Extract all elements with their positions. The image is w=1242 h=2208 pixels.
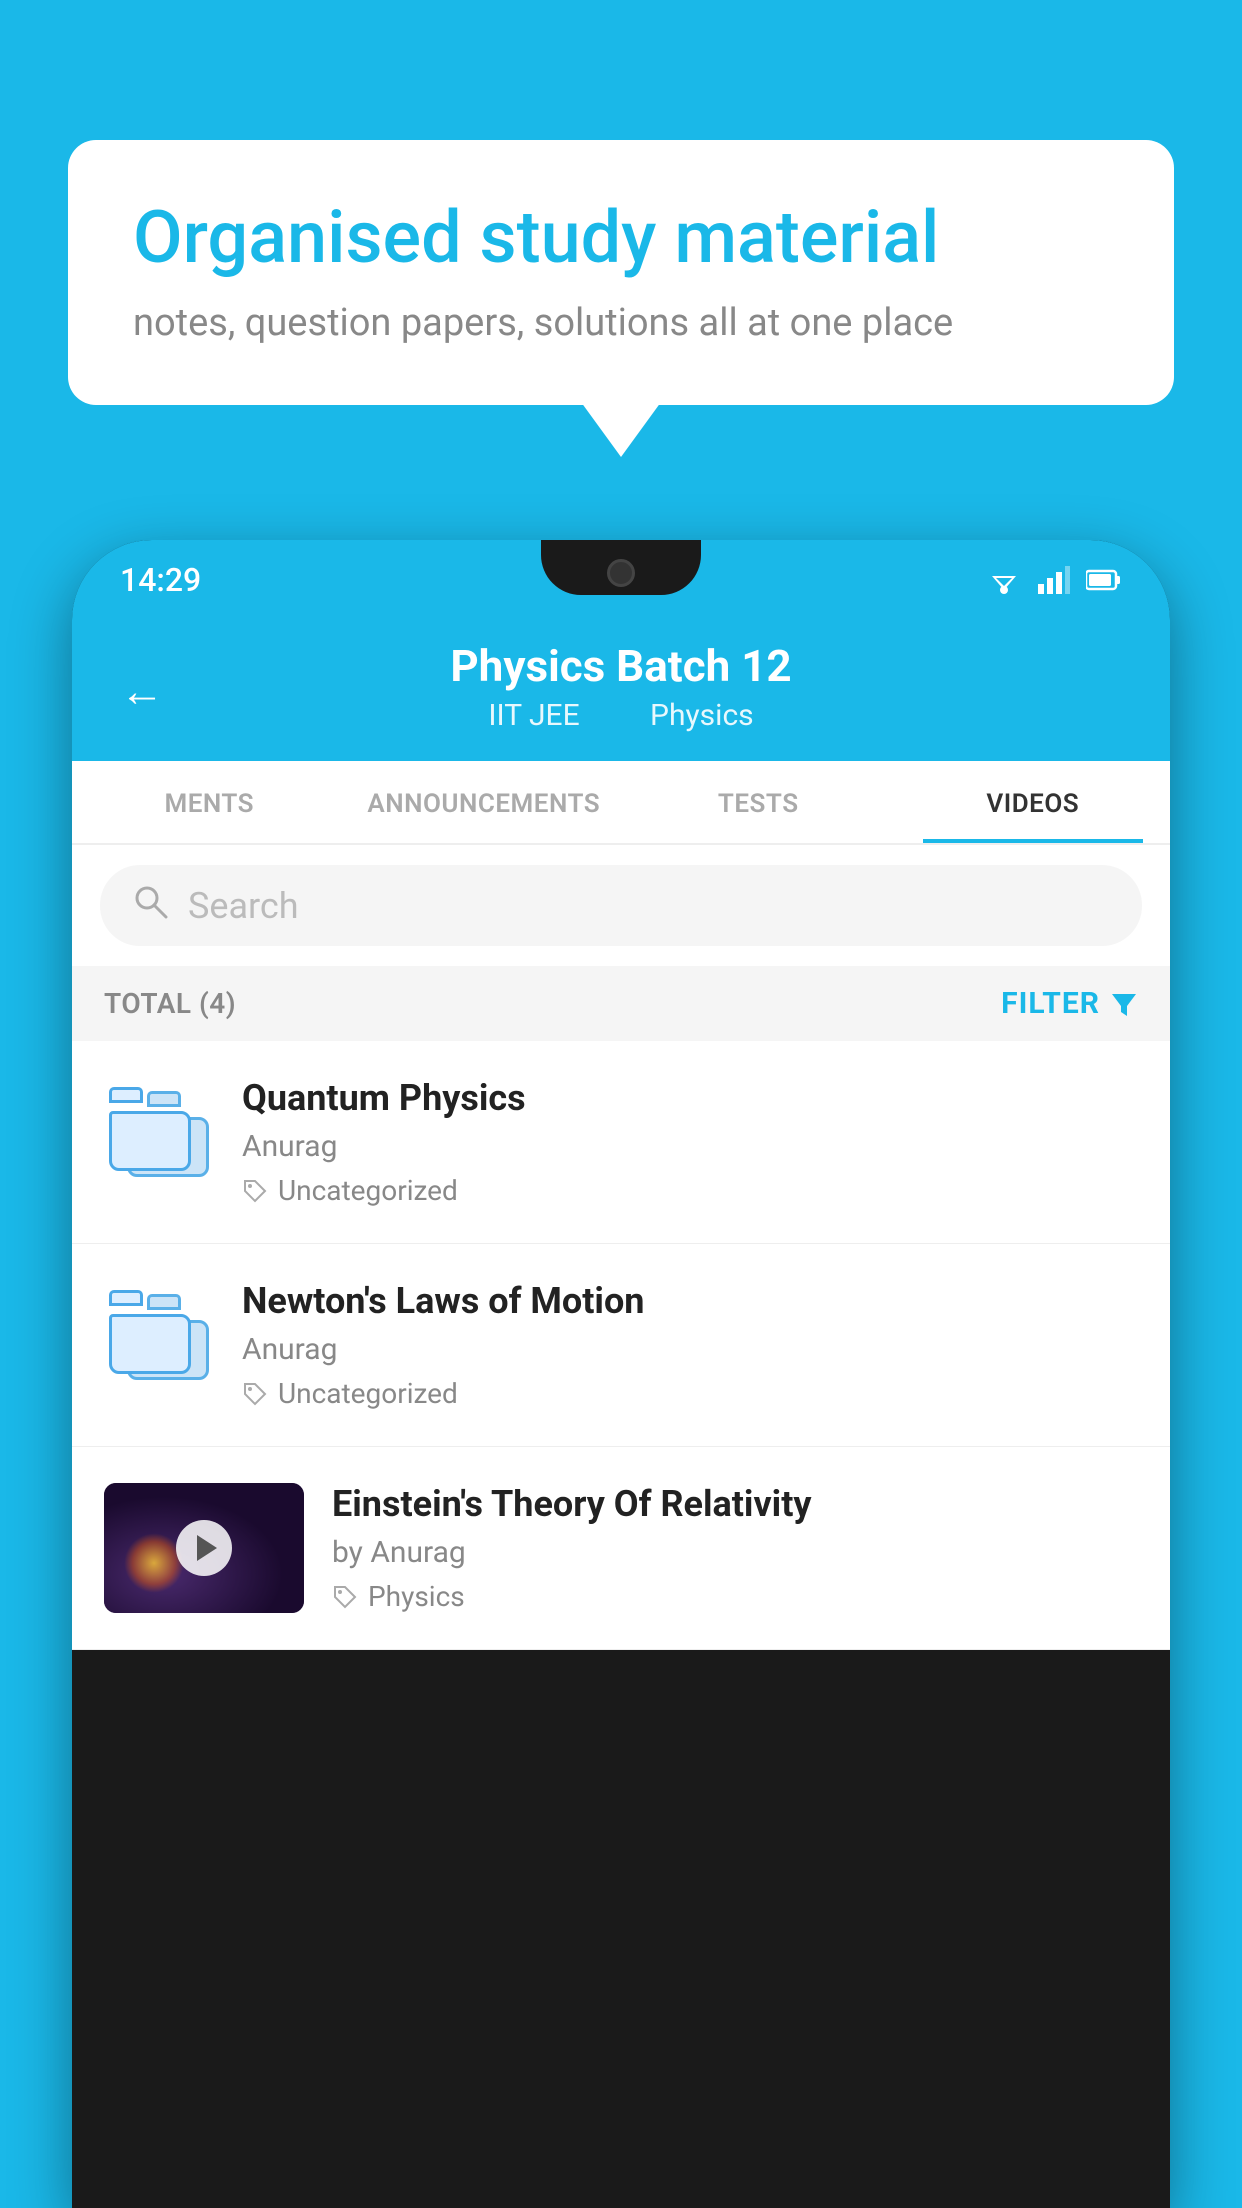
back-button[interactable]: ← xyxy=(120,665,164,717)
item-author: Anurag xyxy=(242,1129,1138,1164)
search-icon xyxy=(132,883,168,928)
phone-frame: 14:29 xyxy=(72,540,1170,2208)
item-info: Einstein's Theory Of Relativity by Anura… xyxy=(332,1483,1138,1613)
bubble-title: Organised study material xyxy=(133,195,1109,281)
status-time: 14:29 xyxy=(120,561,201,599)
search-placeholder: Search xyxy=(188,885,299,927)
folder-back-layer1 xyxy=(109,1314,191,1374)
tab-tests[interactable]: TESTS xyxy=(621,761,896,843)
speech-bubble-container: Organised study material notes, question… xyxy=(68,140,1174,405)
tab-videos[interactable]: VIDEOS xyxy=(896,761,1171,843)
signal-icon xyxy=(1038,566,1070,594)
folder-tab-layer1 xyxy=(109,1290,143,1306)
filter-funnel-icon xyxy=(1110,990,1138,1018)
subtitle-physics: Physics xyxy=(650,698,754,733)
tag-icon xyxy=(332,1584,358,1610)
item-tag: Uncategorized xyxy=(242,1174,1138,1207)
filter-bar: TOTAL (4) FILTER xyxy=(72,966,1170,1041)
play-triangle-icon xyxy=(197,1535,217,1561)
folder-icon xyxy=(109,1290,209,1380)
video-thumbnail-image xyxy=(104,1483,304,1613)
item-info: Newton's Laws of Motion Anurag Uncategor… xyxy=(242,1280,1138,1410)
tag-icon xyxy=(242,1381,268,1407)
tab-ments[interactable]: MENTS xyxy=(72,761,347,843)
item-info: Quantum Physics Anurag Uncategorized xyxy=(242,1077,1138,1207)
header-title: Physics Batch 12 xyxy=(120,640,1122,692)
list-item[interactable]: Einstein's Theory Of Relativity by Anura… xyxy=(72,1447,1170,1650)
play-button[interactable] xyxy=(176,1520,232,1576)
app-header: ← Physics Batch 12 IIT JEE Physics xyxy=(72,620,1170,761)
search-container: Search xyxy=(72,845,1170,966)
list-item[interactable]: Quantum Physics Anurag Uncategorized xyxy=(72,1041,1170,1244)
item-title: Einstein's Theory Of Relativity xyxy=(332,1483,1138,1525)
item-tag: Physics xyxy=(332,1580,1138,1613)
total-count-label: TOTAL (4) xyxy=(104,987,236,1020)
filter-button[interactable]: FILTER xyxy=(1001,986,1138,1021)
folder-tab-layer2 xyxy=(147,1294,181,1310)
item-thumbnail xyxy=(104,1483,304,1613)
speech-bubble: Organised study material notes, question… xyxy=(68,140,1174,405)
tag-icon xyxy=(242,1178,268,1204)
tabs-bar: MENTS ANNOUNCEMENTS TESTS VIDEOS xyxy=(72,761,1170,845)
item-title: Quantum Physics xyxy=(242,1077,1138,1119)
video-list: Quantum Physics Anurag Uncategorized xyxy=(72,1041,1170,1650)
status-icons xyxy=(986,566,1122,594)
tab-announcements[interactable]: ANNOUNCEMENTS xyxy=(347,761,622,843)
folder-back-layer1 xyxy=(109,1111,191,1171)
battery-icon xyxy=(1086,569,1122,591)
subtitle-iitjee: IIT JEE xyxy=(488,698,579,733)
bubble-subtitle: notes, question papers, solutions all at… xyxy=(133,301,1109,345)
folder-tab-layer2 xyxy=(147,1091,181,1107)
subtitle-separator xyxy=(611,698,626,733)
folder-icon xyxy=(109,1087,209,1177)
list-item[interactable]: Newton's Laws of Motion Anurag Uncategor… xyxy=(72,1244,1170,1447)
header-subtitle: IIT JEE Physics xyxy=(120,698,1122,733)
item-author: Anurag xyxy=(242,1332,1138,1367)
wifi-icon xyxy=(986,566,1022,594)
item-author: by Anurag xyxy=(332,1535,1138,1570)
item-thumbnail xyxy=(104,1280,214,1390)
item-thumbnail xyxy=(104,1077,214,1187)
search-bar[interactable]: Search xyxy=(100,865,1142,946)
item-title: Newton's Laws of Motion xyxy=(242,1280,1138,1322)
thumbnail-glow xyxy=(124,1533,184,1593)
folder-tab-layer1 xyxy=(109,1087,143,1103)
phone-notch xyxy=(541,540,701,595)
front-camera xyxy=(607,559,635,587)
item-tag: Uncategorized xyxy=(242,1377,1138,1410)
status-bar: 14:29 xyxy=(72,540,1170,620)
